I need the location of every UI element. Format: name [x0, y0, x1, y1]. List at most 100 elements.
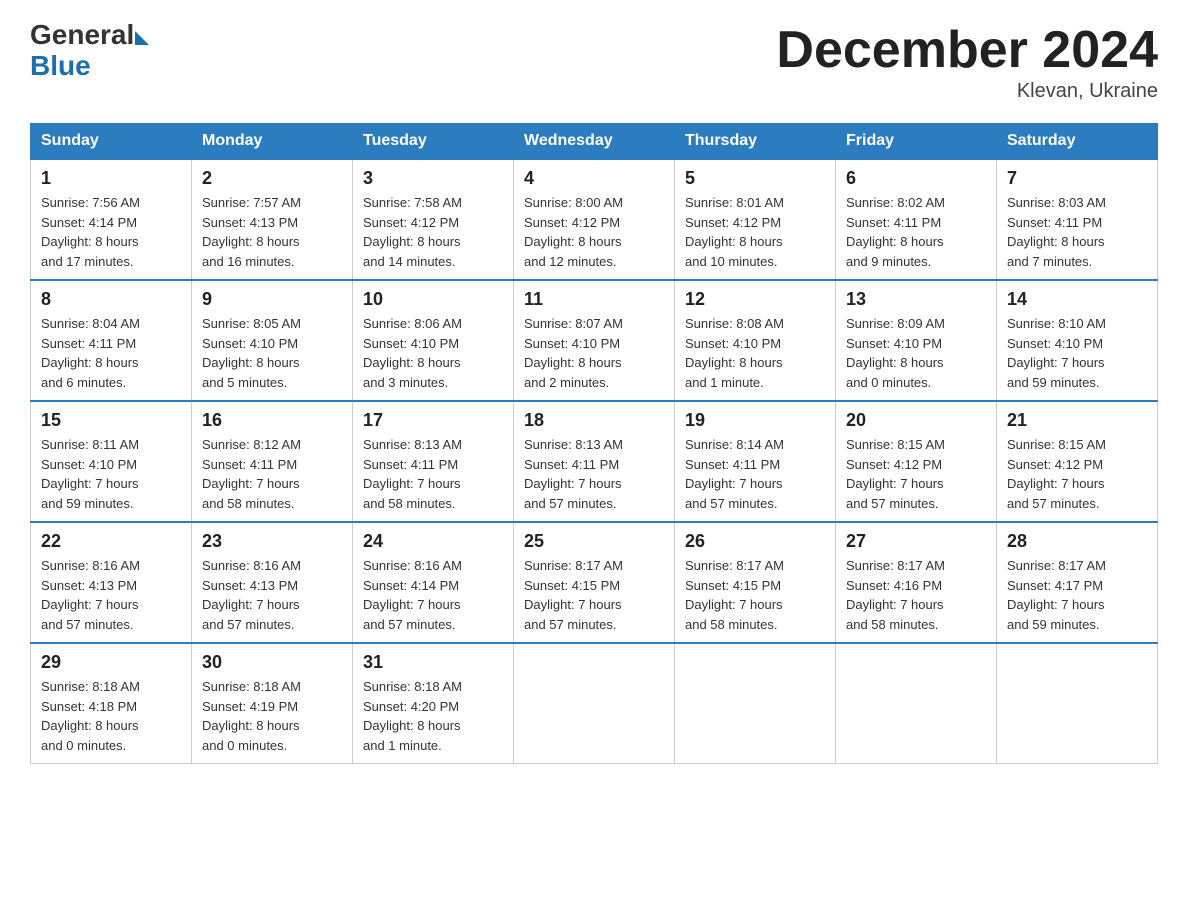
calendar-week-row: 22Sunrise: 8:16 AMSunset: 4:13 PMDayligh…: [31, 522, 1158, 643]
calendar-cell: 27Sunrise: 8:17 AMSunset: 4:16 PMDayligh…: [836, 522, 997, 643]
day-info: Sunrise: 8:08 AMSunset: 4:10 PMDaylight:…: [685, 314, 825, 392]
calendar-cell: 7Sunrise: 8:03 AMSunset: 4:11 PMDaylight…: [997, 159, 1158, 280]
day-number: 30: [202, 652, 342, 673]
day-number: 9: [202, 289, 342, 310]
calendar-cell: 9 Sunrise: 8:05 AMSunset: 4:10 PMDaylight…: [192, 280, 353, 401]
calendar-cell: 31 Sunrise: 8:18 AMSunset: 4:20 PMDayligh…: [353, 643, 514, 764]
day-number: 24: [363, 531, 503, 552]
calendar-cell: 6 Sunrise: 8:02 AMSunset: 4:11 PMDaylight…: [836, 159, 997, 280]
calendar-cell: 12 Sunrise: 8:08 AMSunset: 4:10 PMDayligh…: [675, 280, 836, 401]
calendar-cell: 1 Sunrise: 7:56 AMSunset: 4:14 PMDaylight…: [31, 159, 192, 280]
day-info: Sunrise: 8:05 AMSunset: 4:10 PMDaylight:…: [202, 314, 342, 392]
day-number: 20: [846, 410, 986, 431]
calendar-cell: [514, 643, 675, 764]
calendar-cell: 4 Sunrise: 8:00 AMSunset: 4:12 PMDaylight…: [514, 159, 675, 280]
calendar-cell: 16Sunrise: 8:12 AMSunset: 4:11 PMDayligh…: [192, 401, 353, 522]
calendar-cell: [675, 643, 836, 764]
calendar-cell: 21 Sunrise: 8:15 AMSunset: 4:12 PMDayligh…: [997, 401, 1158, 522]
calendar-cell: 17 Sunrise: 8:13 AMSunset: 4:11 PMDayligh…: [353, 401, 514, 522]
calendar-cell: 8 Sunrise: 8:04 AMSunset: 4:11 PMDaylight…: [31, 280, 192, 401]
calendar-cell: 26Sunrise: 8:17 AMSunset: 4:15 PMDayligh…: [675, 522, 836, 643]
day-info: Sunrise: 7:58 AMSunset: 4:12 PMDaylight:…: [363, 193, 503, 271]
day-info: Sunrise: 8:13 AMSunset: 4:11 PMDaylight:…: [524, 435, 664, 513]
day-info: Sunrise: 8:17 AMSunset: 4:15 PMDaylight:…: [685, 556, 825, 634]
day-number: 10: [363, 289, 503, 310]
calendar-header-row: Sunday Monday Tuesday Wednesday Thursday…: [31, 124, 1158, 160]
day-info: Sunrise: 8:13 AMSunset: 4:11 PMDaylight:…: [363, 435, 503, 513]
day-number: 23: [202, 531, 342, 552]
col-tuesday: Tuesday: [353, 124, 514, 160]
day-info: Sunrise: 8:18 AMSunset: 4:18 PMDaylight:…: [41, 677, 181, 755]
day-number: 28: [1007, 531, 1147, 552]
day-number: 21: [1007, 410, 1147, 431]
day-number: 12: [685, 289, 825, 310]
logo: General Blue: [30, 20, 149, 82]
calendar-table: Sunday Monday Tuesday Wednesday Thursday…: [30, 123, 1158, 764]
day-info: Sunrise: 8:17 AMSunset: 4:17 PMDaylight:…: [1007, 556, 1147, 634]
day-info: Sunrise: 8:16 AMSunset: 4:13 PMDaylight:…: [41, 556, 181, 634]
month-title: December 2024: [776, 20, 1158, 80]
day-number: 4: [524, 168, 664, 189]
calendar-cell: 15Sunrise: 8:11 AMSunset: 4:10 PMDayligh…: [31, 401, 192, 522]
day-number: 16: [202, 410, 342, 431]
day-info: Sunrise: 7:56 AMSunset: 4:14 PMDaylight:…: [41, 193, 181, 271]
calendar-cell: [997, 643, 1158, 764]
logo-arrow-icon: [135, 31, 149, 45]
col-thursday: Thursday: [675, 124, 836, 160]
day-number: 17: [363, 410, 503, 431]
calendar-cell: 19Sunrise: 8:14 AMSunset: 4:11 PMDayligh…: [675, 401, 836, 522]
calendar-cell: 10 Sunrise: 8:06 AMSunset: 4:10 PMDayligh…: [353, 280, 514, 401]
day-info: Sunrise: 7:57 AMSunset: 4:13 PMDaylight:…: [202, 193, 342, 271]
calendar-week-row: 8 Sunrise: 8:04 AMSunset: 4:11 PMDaylight…: [31, 280, 1158, 401]
calendar-cell: 24 Sunrise: 8:16 AMSunset: 4:14 PMDayligh…: [353, 522, 514, 643]
day-number: 11: [524, 289, 664, 310]
day-info: Sunrise: 8:04 AMSunset: 4:11 PMDaylight:…: [41, 314, 181, 392]
day-info: Sunrise: 8:06 AMSunset: 4:10 PMDaylight:…: [363, 314, 503, 392]
col-saturday: Saturday: [997, 124, 1158, 160]
day-number: 31: [363, 652, 503, 673]
title-block: December 2024 Klevan, Ukraine: [776, 20, 1158, 103]
day-info: Sunrise: 8:17 AMSunset: 4:16 PMDaylight:…: [846, 556, 986, 634]
calendar-cell: 20 Sunrise: 8:15 AMSunset: 4:12 PMDayligh…: [836, 401, 997, 522]
col-wednesday: Wednesday: [514, 124, 675, 160]
day-number: 13: [846, 289, 986, 310]
logo-general-text: General: [30, 20, 134, 51]
calendar-cell: 22Sunrise: 8:16 AMSunset: 4:13 PMDayligh…: [31, 522, 192, 643]
day-number: 29: [41, 652, 181, 673]
calendar-cell: 14 Sunrise: 8:10 AMSunset: 4:10 PMDayligh…: [997, 280, 1158, 401]
calendar-cell: 23Sunrise: 8:16 AMSunset: 4:13 PMDayligh…: [192, 522, 353, 643]
logo-line1: General: [30, 20, 149, 51]
calendar-cell: 25Sunrise: 8:17 AMSunset: 4:15 PMDayligh…: [514, 522, 675, 643]
day-number: 8: [41, 289, 181, 310]
page-header: General Blue December 2024 Klevan, Ukrai…: [30, 20, 1158, 103]
day-info: Sunrise: 8:18 AMSunset: 4:19 PMDaylight:…: [202, 677, 342, 755]
day-info: Sunrise: 8:15 AMSunset: 4:12 PMDaylight:…: [1007, 435, 1147, 513]
calendar-cell: 11Sunrise: 8:07 AMSunset: 4:10 PMDayligh…: [514, 280, 675, 401]
day-number: 5: [685, 168, 825, 189]
day-info: Sunrise: 8:00 AMSunset: 4:12 PMDaylight:…: [524, 193, 664, 271]
day-number: 14: [1007, 289, 1147, 310]
calendar-cell: 3 Sunrise: 7:58 AMSunset: 4:12 PMDaylight…: [353, 159, 514, 280]
day-number: 1: [41, 168, 181, 189]
day-info: Sunrise: 8:02 AMSunset: 4:11 PMDaylight:…: [846, 193, 986, 271]
day-number: 2: [202, 168, 342, 189]
calendar-week-row: 29 Sunrise: 8:18 AMSunset: 4:18 PMDayligh…: [31, 643, 1158, 764]
calendar-cell: 13Sunrise: 8:09 AMSunset: 4:10 PMDayligh…: [836, 280, 997, 401]
logo-blue-text: Blue: [30, 51, 91, 82]
calendar-cell: 29 Sunrise: 8:18 AMSunset: 4:18 PMDayligh…: [31, 643, 192, 764]
day-info: Sunrise: 8:15 AMSunset: 4:12 PMDaylight:…: [846, 435, 986, 513]
calendar-week-row: 1 Sunrise: 7:56 AMSunset: 4:14 PMDaylight…: [31, 159, 1158, 280]
calendar-week-row: 15Sunrise: 8:11 AMSunset: 4:10 PMDayligh…: [31, 401, 1158, 522]
day-number: 25: [524, 531, 664, 552]
day-info: Sunrise: 8:16 AMSunset: 4:14 PMDaylight:…: [363, 556, 503, 634]
day-number: 6: [846, 168, 986, 189]
col-friday: Friday: [836, 124, 997, 160]
day-info: Sunrise: 8:01 AMSunset: 4:12 PMDaylight:…: [685, 193, 825, 271]
day-number: 18: [524, 410, 664, 431]
calendar-cell: [836, 643, 997, 764]
day-number: 3: [363, 168, 503, 189]
calendar-cell: 2 Sunrise: 7:57 AMSunset: 4:13 PMDaylight…: [192, 159, 353, 280]
day-info: Sunrise: 8:18 AMSunset: 4:20 PMDaylight:…: [363, 677, 503, 755]
day-info: Sunrise: 8:14 AMSunset: 4:11 PMDaylight:…: [685, 435, 825, 513]
day-info: Sunrise: 8:10 AMSunset: 4:10 PMDaylight:…: [1007, 314, 1147, 392]
